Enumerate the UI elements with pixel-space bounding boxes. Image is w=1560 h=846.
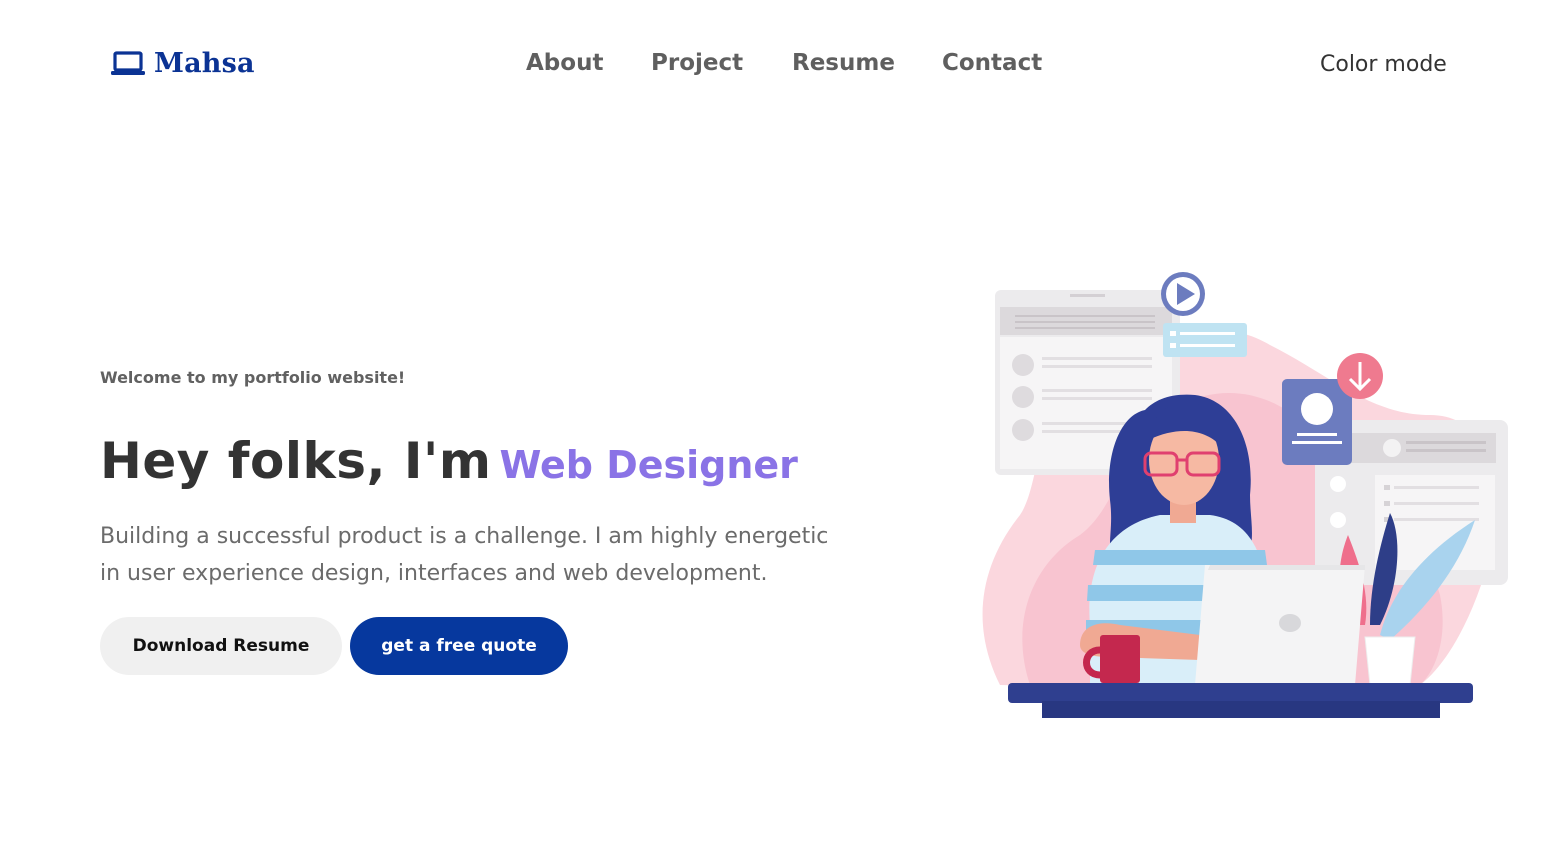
profile-card-icon [1282,379,1352,465]
nav-link-project[interactable]: Project [651,50,792,76]
nav-link-about[interactable]: About [526,50,651,76]
hero-illustration [982,272,1508,718]
nav-link-contact[interactable]: Contact [942,50,1052,76]
laptop-illustration [1195,565,1365,685]
site-header: Mahsa About Project Resume Contact Color… [0,0,1560,134]
hero-headline: Hey folks, I'm Web Designer [100,432,798,490]
nav-link-resume[interactable]: Resume [792,50,942,76]
logo-text: Mahsa [154,48,255,79]
download-icon [1337,353,1383,399]
welcome-text: Welcome to my portfolio website! [100,368,406,387]
download-resume-button[interactable]: Download Resume [100,617,342,675]
headline-role: Web Designer [499,443,798,487]
logo[interactable]: Mahsa [110,48,255,79]
hero-subtitle: Building a successful product is a chall… [100,518,870,592]
subtitle-line-1: Building a successful product is a chall… [100,524,829,549]
subtitle-line-2: in user experience design, interfaces an… [100,561,768,586]
desk-front [1042,701,1440,718]
laptop-icon [111,50,145,75]
main-nav: About Project Resume Contact [526,50,1052,76]
play-icon [1161,272,1205,316]
free-quote-button[interactable]: get a free quote [350,617,568,675]
desk-top [1008,683,1473,703]
headline-greeting: Hey folks, I'm [100,432,492,490]
color-mode-toggle[interactable]: Color mode [1320,52,1447,77]
